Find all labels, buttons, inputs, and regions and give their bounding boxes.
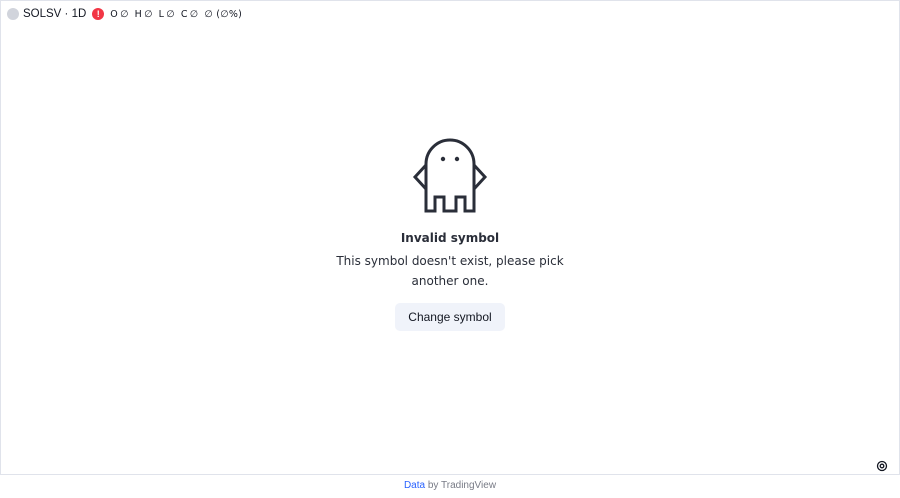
change-symbol-button[interactable]: Change symbol xyxy=(395,303,505,331)
symbol-title[interactable]: SOLSV · 1D xyxy=(23,8,86,20)
ohlc-high: H ∅ xyxy=(134,8,153,20)
alert-icon[interactable]: ! xyxy=(92,8,105,20)
symbol-legend: SOLSV · 1D ! O ∅ H ∅ L ∅ C ∅ ∅ (∅%) xyxy=(7,6,242,22)
ohlc-open: O ∅ xyxy=(110,8,129,20)
error-title: Invalid symbol xyxy=(400,231,500,245)
ohlc-low: L ∅ xyxy=(158,8,175,20)
attribution-suffix: by TradingView xyxy=(425,480,497,491)
data-link[interactable]: Data xyxy=(404,480,425,491)
gear-icon[interactable] xyxy=(876,460,888,472)
ohlc-change: ∅ (∅%) xyxy=(204,8,243,20)
error-message: This symbol doesn't exist, please pick a… xyxy=(336,254,564,288)
invalid-symbol-panel: Invalid symbol This symbol doesn't exist… xyxy=(1,129,899,331)
ohlc-close: C ∅ xyxy=(180,8,199,20)
symbol-logo-icon xyxy=(7,8,19,20)
chart-frame: SOLSV · 1D ! O ∅ H ∅ L ∅ C ∅ ∅ (∅%) Invalid … xyxy=(0,0,900,475)
ohlc-values: O ∅ H ∅ L ∅ C ∅ ∅ (∅%) xyxy=(110,9,242,20)
attribution: Data by TradingView xyxy=(0,480,900,491)
ghost-icon xyxy=(412,138,488,213)
